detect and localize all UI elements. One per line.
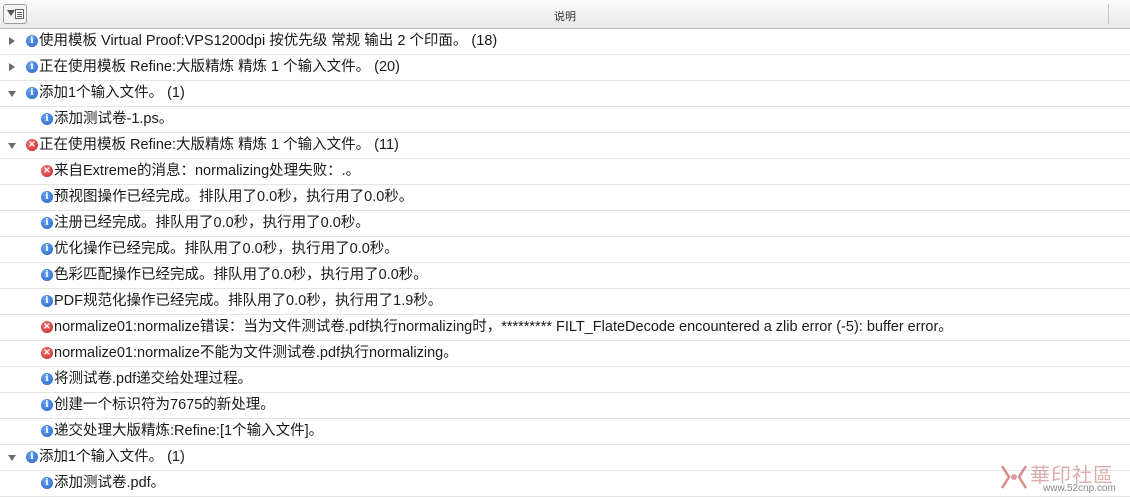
log-entry-row[interactable]: i 添加测试卷-1.ps。 [0, 107, 1130, 133]
log-message: 创建一个标识符为7675的新处理。 [54, 397, 275, 413]
column-header: 说明 [0, 0, 1130, 29]
log-message: PDF规范化操作已经完成。排队用了0.0秒，执行用了1.9秒。 [54, 293, 443, 309]
info-icon: i [41, 243, 53, 255]
log-message: 使用模板 Virtual Proof:VPS1200dpi 按优先级 常规 输出… [39, 33, 498, 49]
log-message: 正在使用模板 Refine:大版精炼 精炼 1 个输入文件。 (20) [39, 59, 400, 75]
log-entry-row[interactable]: i 注册已经完成。排队用了0.0秒，执行用了0.0秒。 [0, 211, 1130, 237]
disclosure-collapsed-icon[interactable] [9, 37, 15, 45]
info-icon: i [41, 399, 53, 411]
disclosure-collapsed-icon[interactable] [9, 63, 15, 71]
info-icon: i [41, 191, 53, 203]
watermark-url: www.52cnp.com [1043, 483, 1116, 494]
log-message: 添加测试卷-1.ps。 [54, 111, 174, 127]
watermark-logo-icon [1000, 465, 1028, 489]
info-icon: i [26, 61, 38, 73]
error-icon: × [41, 347, 53, 359]
error-icon: × [41, 321, 53, 333]
log-message: 优化操作已经完成。排队用了0.0秒，执行用了0.0秒。 [54, 241, 399, 257]
log-group-row[interactable]: i 使用模板 Virtual Proof:VPS1200dpi 按优先级 常规 输… [0, 29, 1130, 55]
log-group-row[interactable]: × 正在使用模板 Refine:大版精炼 精炼 1 个输入文件。 (11) [0, 133, 1130, 159]
error-icon: × [41, 165, 53, 177]
info-icon: i [26, 35, 38, 47]
log-message: 添加1个输入文件。 (1) [39, 85, 185, 101]
log-message: normalize01:normalize错误：当为文件测试卷.pdf执行nor… [54, 319, 953, 335]
column-title-description[interactable]: 说明 [0, 8, 1130, 24]
log-message: 来自Extreme的消息：normalizing处理失败：.。 [54, 163, 361, 179]
info-icon: i [41, 373, 53, 385]
log-tree: i 使用模板 Virtual Proof:VPS1200dpi 按优先级 常规 输… [0, 29, 1130, 497]
log-entry-row[interactable]: i 创建一个标识符为7675的新处理。 [0, 393, 1130, 419]
log-message: 添加1个输入文件。 (1) [39, 449, 185, 465]
info-icon: i [41, 217, 53, 229]
disclosure-expanded-icon[interactable] [8, 143, 16, 149]
info-icon: i [41, 477, 53, 489]
log-message: 色彩匹配操作已经完成。排队用了0.0秒，执行用了0.0秒。 [54, 267, 428, 283]
log-message: 正在使用模板 Refine:大版精炼 精炼 1 个输入文件。 (11) [39, 137, 399, 153]
log-entry-row[interactable]: i 预视图操作已经完成。排队用了0.0秒，执行用了0.0秒。 [0, 185, 1130, 211]
log-entry-row[interactable]: i 将测试卷.pdf递交给处理过程。 [0, 367, 1130, 393]
log-entry-row[interactable]: × normalize01:normalize错误：当为文件测试卷.pdf执行no… [0, 315, 1130, 341]
info-icon: i [41, 269, 53, 281]
disclosure-expanded-icon[interactable] [8, 91, 16, 97]
info-icon: i [41, 113, 53, 125]
info-icon: i [26, 451, 38, 463]
log-group-row[interactable]: i 正在使用模板 Refine:大版精炼 精炼 1 个输入文件。 (20) [0, 55, 1130, 81]
info-icon: i [41, 295, 53, 307]
log-message: 添加测试卷.pdf。 [54, 475, 166, 491]
log-entry-row[interactable]: × 来自Extreme的消息：normalizing处理失败：.。 [0, 159, 1130, 185]
log-entry-row[interactable]: i 优化操作已经完成。排队用了0.0秒，执行用了0.0秒。 [0, 237, 1130, 263]
log-entry-row[interactable]: × normalize01:normalize不能为文件测试卷.pdf执行norm… [0, 341, 1130, 367]
info-icon: i [41, 425, 53, 437]
log-message: 注册已经完成。排队用了0.0秒，执行用了0.0秒。 [54, 215, 370, 231]
log-message: normalize01:normalize不能为文件测试卷.pdf执行norma… [54, 345, 458, 361]
log-entry-row[interactable]: i 添加测试卷.pdf。 [0, 471, 1130, 497]
log-entry-row[interactable]: i 递交处理大版精炼:Refine:[1个输入文件]。 [0, 419, 1130, 445]
log-message: 递交处理大版精炼:Refine:[1个输入文件]。 [54, 423, 324, 439]
column-separator[interactable] [1108, 4, 1109, 24]
log-entry-row[interactable]: i 色彩匹配操作已经完成。排队用了0.0秒，执行用了0.0秒。 [0, 263, 1130, 289]
watermark: 華印社區 www.52cnp.com [999, 460, 1124, 494]
error-icon: × [26, 139, 38, 151]
log-entry-row[interactable]: i PDF规范化操作已经完成。排队用了0.0秒，执行用了1.9秒。 [0, 289, 1130, 315]
info-icon: i [26, 87, 38, 99]
log-group-row[interactable]: i 添加1个输入文件。 (1) [0, 445, 1130, 471]
log-message: 将测试卷.pdf递交给处理过程。 [54, 371, 253, 387]
log-message: 预视图操作已经完成。排队用了0.0秒，执行用了0.0秒。 [54, 189, 414, 205]
disclosure-expanded-icon[interactable] [8, 455, 16, 461]
log-group-row[interactable]: i 添加1个输入文件。 (1) [0, 81, 1130, 107]
